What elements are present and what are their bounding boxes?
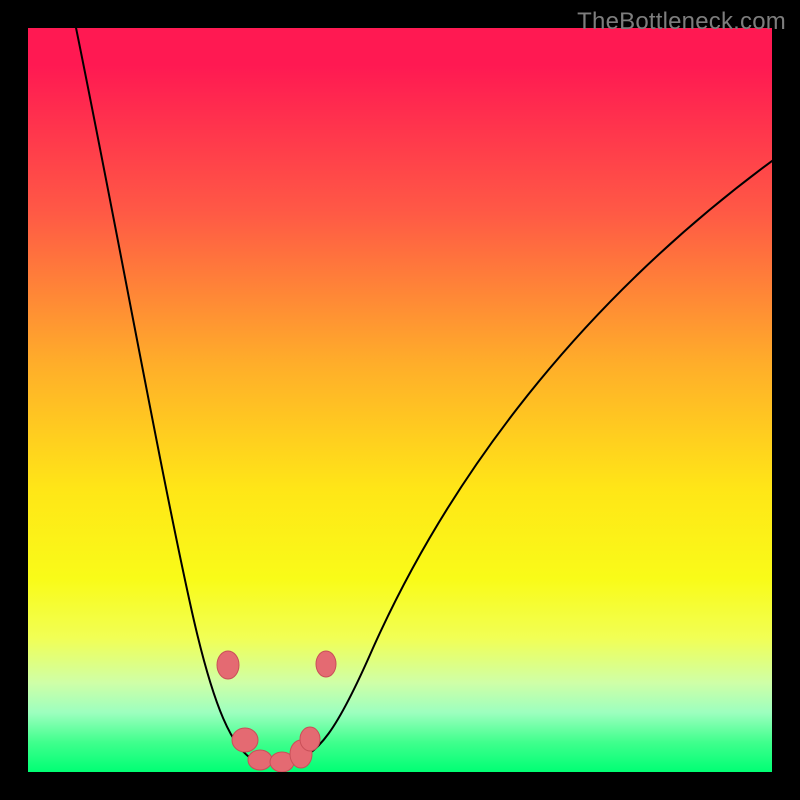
marker-point bbox=[300, 727, 320, 751]
chart-svg bbox=[28, 28, 772, 772]
marker-point bbox=[232, 728, 258, 752]
marker-point bbox=[248, 750, 272, 770]
curve-right bbox=[288, 158, 772, 762]
marker-point bbox=[316, 651, 336, 677]
chart-plot-area bbox=[28, 28, 772, 772]
curve-left bbox=[74, 28, 288, 762]
marker-point bbox=[217, 651, 239, 679]
watermark-text: TheBottleneck.com bbox=[577, 8, 786, 36]
